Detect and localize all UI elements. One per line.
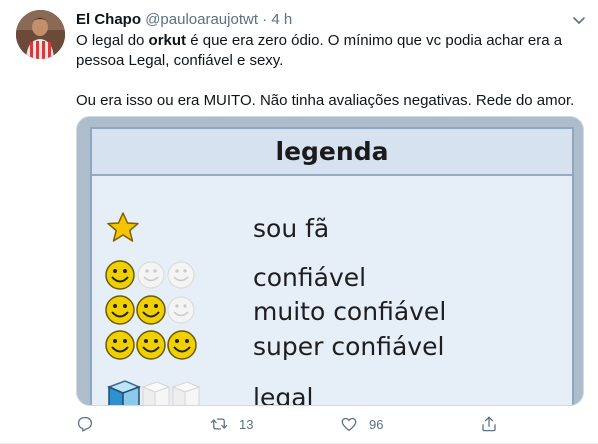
retweet-count: 13 — [239, 416, 254, 432]
user-handle[interactable]: @pauloaraujotwt — [145, 11, 258, 28]
avatar-image — [16, 10, 65, 59]
legend-title: legenda — [275, 137, 389, 166]
like-count: 96 — [369, 416, 384, 432]
ice-cube-empty-icon — [141, 381, 171, 405]
retweet-icon — [210, 418, 228, 430]
tweet-text-line2: Ou era isso ou era MUITO. Não tinha aval… — [76, 92, 575, 109]
like-button[interactable]: 96 — [340, 412, 383, 436]
star-icon — [107, 212, 139, 242]
smiley-group-1 — [105, 259, 205, 296]
retweet-button[interactable]: 13 — [210, 412, 253, 436]
smiley-filled-icon — [136, 330, 166, 360]
smiley-filled-icon — [167, 330, 197, 360]
reply-button[interactable] — [76, 412, 105, 436]
smiley-empty-icon — [137, 261, 165, 289]
tweet-bold-word: orkut — [148, 32, 187, 49]
share-button[interactable] — [480, 412, 498, 436]
display-name[interactable]: El Chapo — [76, 11, 141, 28]
smiley-empty-icon — [167, 261, 195, 289]
tweet-media[interactable]: legenda sou fã confiável muito confiável… — [76, 116, 584, 406]
smiley-empty-icon — [167, 296, 195, 324]
smiley-group-2 — [105, 294, 205, 331]
ice-cube-filled-icon — [106, 380, 142, 405]
legend-label-trusted: confiável — [253, 263, 367, 292]
tweet-actions: 13 96 — [76, 412, 584, 436]
reply-icon — [77, 416, 93, 432]
ice-cube-empty-icon — [171, 381, 201, 405]
smiley-group-3 — [105, 329, 205, 366]
legend-panel: legenda sou fã confiável muito confiável… — [90, 127, 574, 406]
smiley-filled-icon — [105, 295, 135, 325]
smiley-filled-icon — [136, 295, 166, 325]
avatar[interactable] — [16, 10, 65, 59]
tweet-text: O legal do orkut é que era zero ódio. O … — [76, 31, 584, 111]
tweet-header: El Chapo @pauloaraujotwt · 4 h — [76, 11, 292, 29]
smiley-filled-icon — [105, 260, 135, 290]
separator-dot: · — [262, 11, 268, 28]
tweet-text-line1: O legal do orkut é que era zero ódio. O … — [76, 32, 563, 69]
legend-header: legenda — [92, 129, 572, 176]
tweet[interactable]: El Chapo @pauloaraujotwt · 4 h O legal d… — [0, 0, 598, 444]
legend-label-very-trusted: muito confiável — [253, 297, 447, 326]
caret-down-icon[interactable] — [568, 9, 590, 31]
legend-label-fan: sou fã — [253, 214, 330, 243]
smiley-filled-icon — [105, 330, 135, 360]
ice-cube-group — [101, 379, 211, 405]
timestamp[interactable]: 4 h — [271, 11, 292, 28]
share-icon — [482, 416, 496, 432]
legend-label-cool: legal — [253, 383, 314, 406]
like-icon — [341, 417, 357, 432]
legend-label-super-trusted: super confiável — [253, 332, 445, 361]
